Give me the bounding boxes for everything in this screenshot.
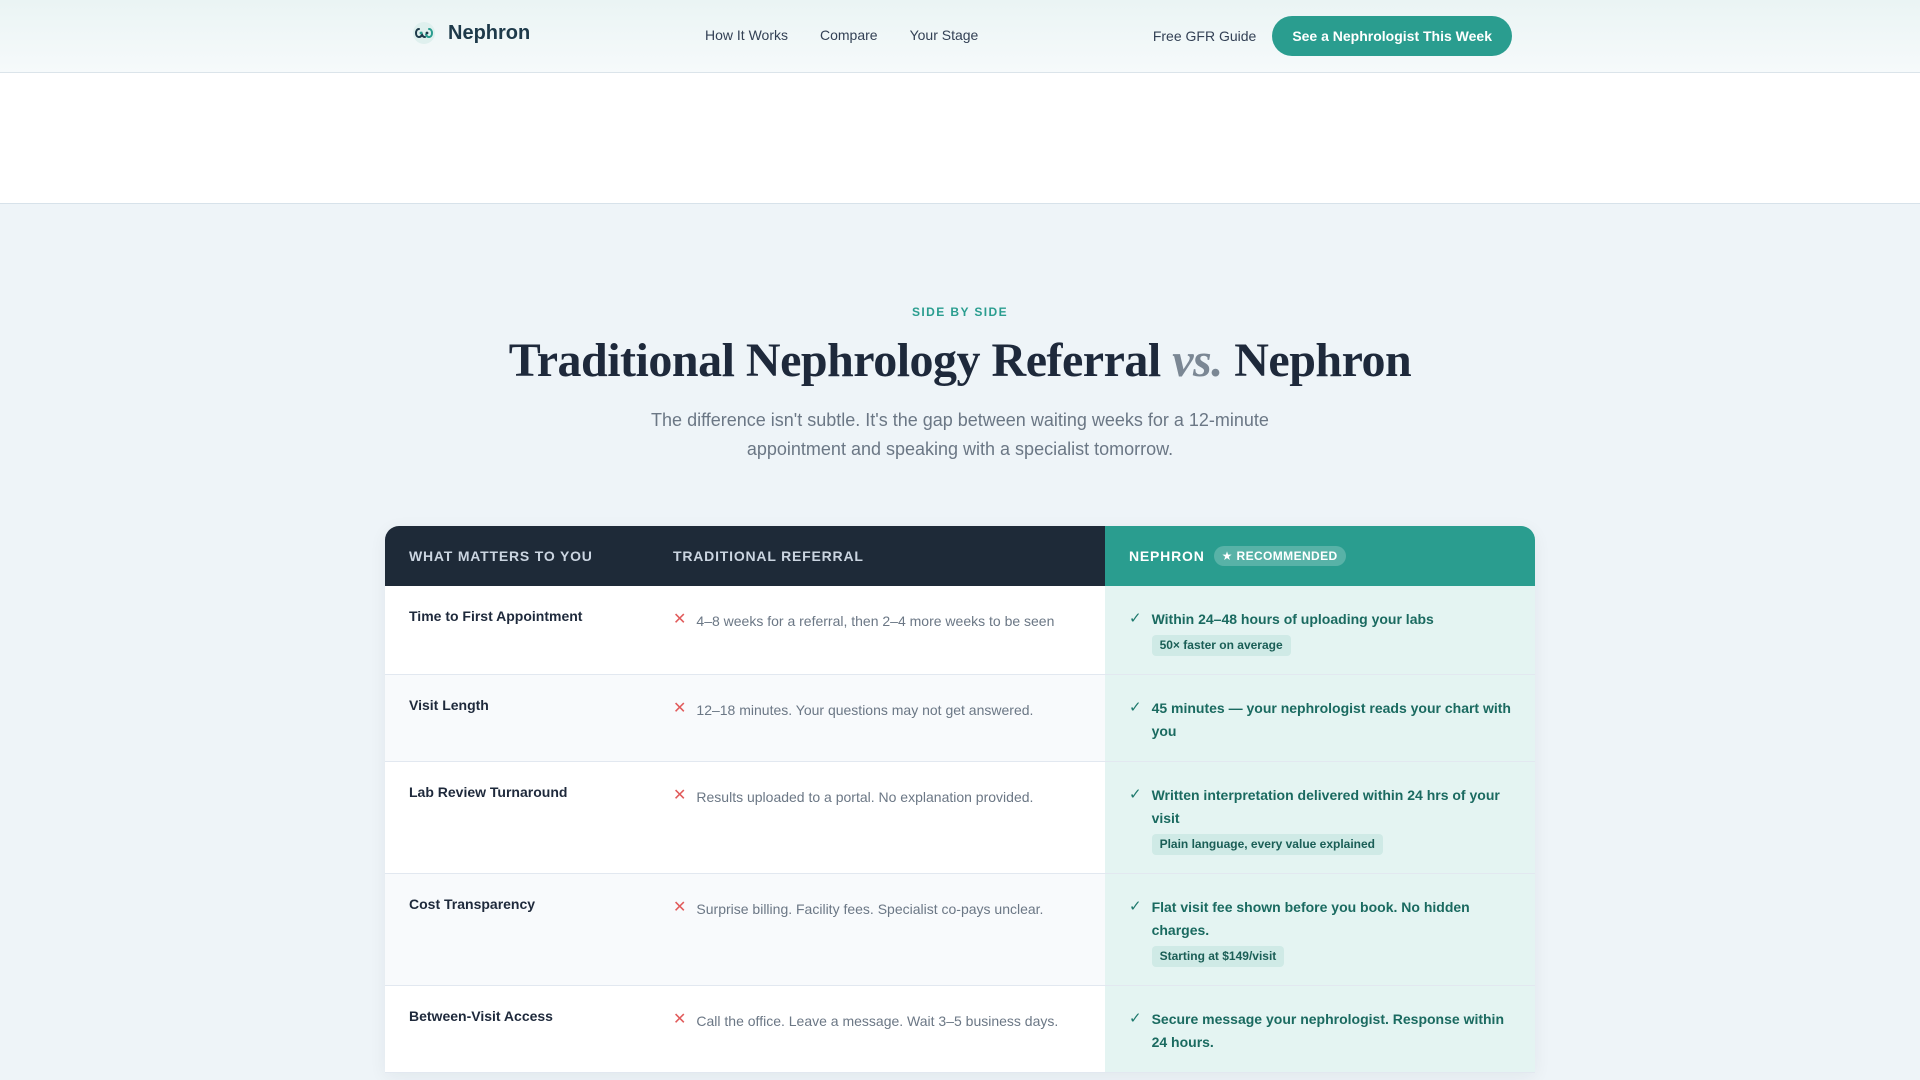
- row-label: Visit Length: [385, 675, 673, 761]
- nav-link-your-stage[interactable]: Your Stage: [910, 27, 979, 43]
- highlight-pill: 50× faster on average: [1151, 635, 1291, 656]
- check-icon: ✓: [1129, 699, 1142, 716]
- top-navigation: Nephron How It Works Compare Your Stage …: [0, 0, 1920, 73]
- kidney-logo-icon: [413, 22, 435, 44]
- nav-link-compare[interactable]: Compare: [820, 27, 878, 43]
- table-row: Visit Length ✕ 12–18 minutes. Your questi…: [385, 675, 1535, 762]
- nephron-text: Flat visit fee shown before you book. No…: [1151, 899, 1470, 938]
- x-icon: ✕: [673, 1011, 687, 1028]
- header-what-matters: WHAT MATTERS TO YOU: [385, 526, 673, 586]
- brand-logo[interactable]: Nephron: [412, 21, 530, 45]
- header-nephron-label: NEPHRON: [1129, 548, 1205, 564]
- page-subtitle: The difference isn't subtle. It's the ga…: [651, 410, 1269, 459]
- table-body: Time to First Appointment ✕ 4–8 weeks for…: [385, 586, 1535, 1073]
- nephron-cell: ✓ Within 24–48 hours of uploading your la…: [1105, 586, 1535, 674]
- highlight-pill: Starting at $149/visit: [1151, 946, 1285, 967]
- x-icon: ✕: [673, 611, 687, 628]
- check-icon: ✓: [1129, 610, 1142, 627]
- header-nephron: NEPHRON ★ RECOMMENDED: [1105, 526, 1535, 586]
- check-icon: ✓: [1129, 1010, 1142, 1027]
- title-left: Traditional Nephrology Referral: [508, 334, 1161, 387]
- traditional-cell: ✕ Surprise billing. Facility fees. Specia…: [673, 874, 1105, 985]
- table-row: Between-Visit Access ✕ Call the office. L…: [385, 986, 1535, 1073]
- traditional-text: 4–8 weeks for a referral, then 2–4 more …: [696, 613, 1055, 629]
- check-icon: ✓: [1129, 786, 1142, 803]
- comparison-table: WHAT MATTERS TO YOU TRADITIONAL REFERRAL…: [385, 526, 1535, 1073]
- highlight-pill: Plain language, every value explained: [1151, 834, 1384, 855]
- row-label: Time to First Appointment: [409, 608, 583, 624]
- brand-name: Nephron: [448, 21, 531, 44]
- nephron-cell: ✓ Flat visit fee shown before you book. N…: [1105, 874, 1535, 985]
- see-nephrologist-button[interactable]: See a Nephrologist This Week: [1272, 16, 1512, 56]
- table-row: Cost Transparency ✕ Surprise billing. Fac…: [385, 874, 1535, 986]
- nephron-text: Written interpretation delivered within …: [1151, 787, 1500, 826]
- table-row: Time to First Appointment ✕ 4–8 weeks for…: [385, 586, 1535, 675]
- primary-nav: How It Works Compare Your Stage: [705, 27, 978, 43]
- nephron-cell: ✓ 45 minutes — your nephrologist reads yo…: [1105, 675, 1535, 761]
- nav-link-how-it-works[interactable]: How It Works: [705, 27, 788, 43]
- page-title: Traditional Nephrology Referral vs. Neph…: [0, 333, 1920, 388]
- traditional-cell: ✕ Call the office. Leave a message. Wait …: [673, 986, 1105, 1072]
- traditional-cell: ✕ Results uploaded to a portal. No explan…: [673, 762, 1105, 873]
- row-label: Cost Transparency: [385, 874, 673, 985]
- traditional-text: 12–18 minutes. Your questions may not ge…: [696, 702, 1034, 718]
- nav-actions: Free GFR Guide See a Nephrologist This W…: [1153, 16, 1512, 56]
- x-icon: ✕: [673, 899, 687, 916]
- x-icon: ✕: [673, 700, 687, 717]
- table-row: Lab Review Turnaround ✕ Results uploaded …: [385, 762, 1535, 874]
- header-traditional: TRADITIONAL REFERRAL: [673, 526, 1105, 586]
- table-header: WHAT MATTERS TO YOU TRADITIONAL REFERRAL…: [385, 526, 1535, 586]
- title-right: Nephron: [1234, 334, 1412, 387]
- nephron-cell: ✓ Written interpretation delivered within…: [1105, 762, 1535, 873]
- traditional-text: Surprise billing. Facility fees. Special…: [696, 901, 1044, 917]
- title-vs: vs.: [1172, 334, 1223, 387]
- row-label: Lab Review Turnaround: [409, 784, 568, 800]
- traditional-cell: ✕ 12–18 minutes. Your questions may not g…: [673, 675, 1105, 761]
- section-eyebrow: SIDE BY SIDE: [912, 305, 1008, 319]
- banner-spacer: [0, 73, 1920, 204]
- traditional-text: Call the office. Leave a message. Wait 3…: [696, 1013, 1059, 1029]
- comparison-hero: SIDE BY SIDE Traditional Nephrology Refe…: [0, 305, 1920, 464]
- nephron-text: 45 minutes — your nephrologist reads you…: [1151, 700, 1511, 739]
- free-gfr-guide-link[interactable]: Free GFR Guide: [1153, 28, 1256, 44]
- traditional-cell: ✕ 4–8 weeks for a referral, then 2–4 more…: [673, 586, 1105, 674]
- nephron-text: Secure message your nephrologist. Respon…: [1151, 1011, 1504, 1050]
- x-icon: ✕: [673, 787, 687, 804]
- recommended-badge: ★ RECOMMENDED: [1213, 546, 1346, 566]
- nephron-text: Within 24–48 hours of uploading your lab…: [1151, 611, 1434, 627]
- row-label: Between-Visit Access: [409, 1008, 553, 1024]
- nephron-cell: ✓ Secure message your nephrologist. Respo…: [1105, 986, 1535, 1072]
- traditional-text: Results uploaded to a portal. No explana…: [696, 789, 1034, 805]
- check-icon: ✓: [1129, 898, 1142, 915]
